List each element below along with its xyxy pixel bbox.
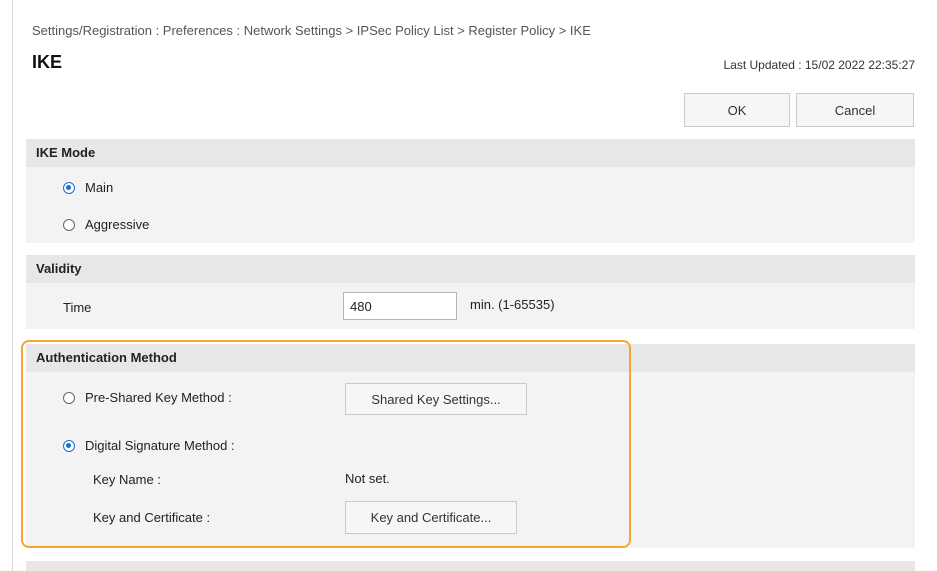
breadcrumb: Settings/Registration : Preferences : Ne… bbox=[32, 23, 591, 38]
last-updated: Last Updated : 15/02 2022 22:35:27 bbox=[723, 58, 916, 72]
time-input[interactable] bbox=[343, 292, 457, 320]
radio-main-button[interactable] bbox=[63, 181, 75, 194]
time-label: Time bbox=[63, 300, 92, 315]
highlight-frame bbox=[21, 340, 631, 548]
validity-header: Validity bbox=[26, 255, 915, 283]
page-title: IKE bbox=[32, 52, 63, 72]
radio-aggressive-button[interactable] bbox=[63, 218, 75, 231]
ok-button[interactable]: OK bbox=[684, 93, 790, 127]
ike-mode-section bbox=[26, 167, 915, 243]
next-section-header-partial bbox=[26, 561, 915, 571]
ike-mode-header: IKE Mode bbox=[26, 139, 915, 167]
radio-aggressive-label: Aggressive bbox=[85, 217, 150, 232]
cancel-button[interactable]: Cancel bbox=[796, 93, 914, 127]
page-frame-border bbox=[12, 0, 13, 571]
radio-main-label: Main bbox=[85, 180, 114, 195]
radio-main[interactable]: Main bbox=[63, 180, 113, 195]
radio-aggressive[interactable]: Aggressive bbox=[63, 217, 149, 232]
time-unit-label: min. (1-65535) bbox=[470, 297, 555, 312]
